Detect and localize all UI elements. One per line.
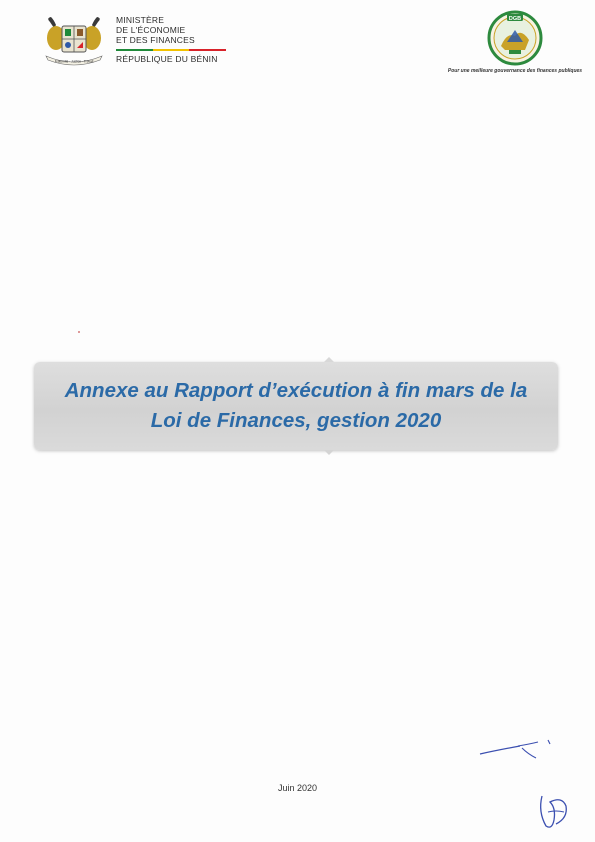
document-page: Fraternité · Justice · Travail MINISTÈRE…	[0, 0, 595, 842]
banner-notch-bottom	[324, 450, 334, 455]
seal-tagline: Pour une meilleure gouvernance des finan…	[447, 68, 583, 74]
benin-coat-of-arms-icon: Fraternité · Justice · Travail	[45, 17, 103, 66]
banner-notch-top	[324, 357, 334, 362]
ministry-line: DE L'ÉCONOMIE	[116, 25, 186, 35]
handwritten-signature-icon	[540, 795, 567, 828]
title-line-1: Annexe au Rapport d’exécution à fin mars…	[64, 379, 528, 402]
flag-stripe	[116, 49, 227, 51]
svg-text:Fraternité · Justice · Travail: Fraternité · Justice · Travail	[55, 60, 94, 64]
flag-stripe-red	[189, 49, 227, 51]
seal-text: DGB	[509, 16, 521, 22]
ministry-line: MINISTÈRE	[116, 15, 165, 25]
title-banner: Annexe au Rapport d’exécution à fin mars…	[34, 357, 558, 455]
flag-stripe-yellow	[152, 49, 190, 51]
flag-stripe-green	[116, 49, 153, 51]
republic-label: RÉPUBLIQUE DU BÉNIN	[116, 54, 218, 64]
ministry-block: MINISTÈRE DE L'ÉCONOMIE ET DES FINANCES …	[116, 15, 236, 64]
title-line-2: Loi de Finances, gestion 2020	[150, 409, 442, 432]
document-date: Juin 2020	[277, 783, 318, 793]
scan-speck	[78, 331, 80, 333]
ministry-line: ET DES FINANCES	[116, 35, 195, 45]
document-title: Annexe au Rapport d’exécution à fin mars…	[34, 376, 558, 436]
handwritten-initial-mark-icon	[479, 739, 551, 759]
dgb-seal-logo-icon: DGB	[487, 10, 543, 66]
